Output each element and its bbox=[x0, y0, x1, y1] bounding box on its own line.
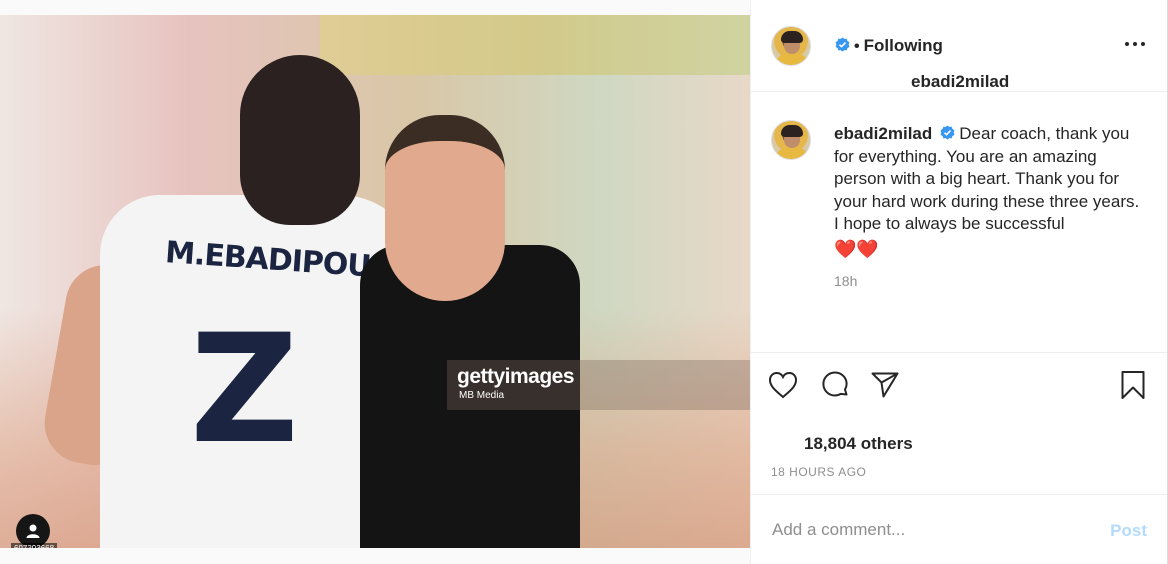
post-sidebar: ebadi2milad • Following ebadi2milad Dear co… bbox=[750, 0, 1168, 564]
verified-badge-icon bbox=[835, 37, 850, 52]
caption-time-ago[interactable]: 18h bbox=[834, 273, 857, 289]
header-separator: • bbox=[854, 38, 860, 55]
heart-icon[interactable] bbox=[767, 369, 799, 401]
comment-input[interactable] bbox=[770, 519, 1094, 541]
comment-bar: Post bbox=[751, 494, 1167, 564]
action-bar bbox=[751, 352, 1167, 416]
post-header: ebadi2milad • Following bbox=[751, 0, 1167, 92]
getty-watermark: gettyimages MB Media bbox=[447, 360, 750, 410]
jersey-number: Z bbox=[190, 303, 299, 477]
caption: ebadi2milad Dear coach, thank you for eve… bbox=[834, 123, 1144, 261]
post-timestamp[interactable]: 18 HOURS AGO bbox=[771, 465, 866, 479]
watermark-credit: MB Media bbox=[459, 390, 505, 401]
photo-id: 697393668 bbox=[11, 543, 58, 548]
verified-badge-icon bbox=[940, 125, 955, 140]
comment-icon[interactable] bbox=[819, 369, 851, 401]
header-user-line: ebadi2milad • Following bbox=[831, 36, 1009, 91]
arena-banner bbox=[320, 15, 750, 75]
bookmark-icon[interactable] bbox=[1117, 369, 1149, 401]
share-icon[interactable] bbox=[869, 369, 901, 401]
avatar[interactable] bbox=[771, 26, 811, 66]
person-icon bbox=[26, 524, 40, 538]
player-head bbox=[240, 55, 360, 225]
post-photo[interactable]: M.EBADIPOUR Z gettyimages MB Media 69739… bbox=[0, 15, 750, 548]
following-button[interactable]: Following bbox=[864, 36, 943, 55]
caption-username-link[interactable]: ebadi2milad bbox=[834, 124, 932, 143]
coach-head bbox=[385, 115, 505, 301]
watermark-brand: gettyimages bbox=[457, 365, 575, 388]
heart-emoji: ❤️❤️ bbox=[834, 238, 879, 259]
caption-section: ebadi2milad Dear coach, thank you for eve… bbox=[751, 92, 1167, 352]
header-username-link[interactable]: ebadi2milad bbox=[911, 72, 1009, 92]
caption-avatar[interactable] bbox=[771, 120, 811, 160]
likes-count[interactable]: 18,804 others bbox=[804, 434, 913, 454]
more-options-icon[interactable] bbox=[1125, 42, 1145, 46]
instagram-post: M.EBADIPOUR Z gettyimages MB Media 69739… bbox=[0, 0, 1168, 564]
post-comment-button[interactable]: Post bbox=[1110, 521, 1147, 541]
